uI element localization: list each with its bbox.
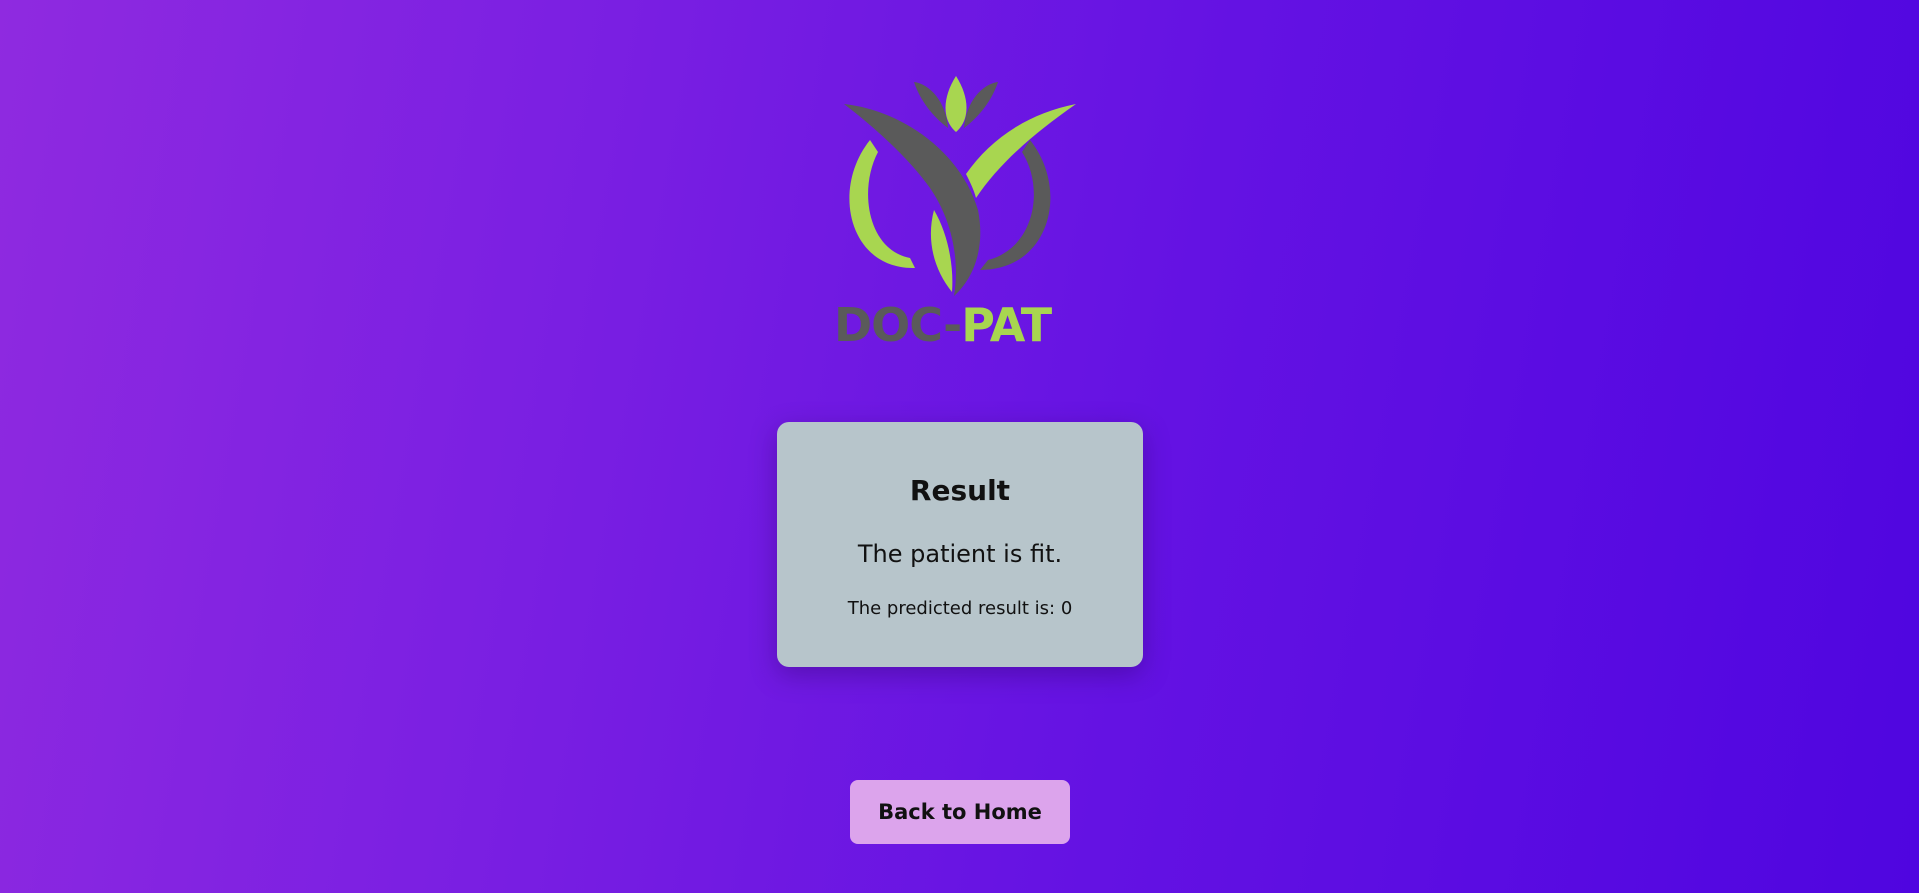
result-message: The patient is fit. <box>857 540 1063 568</box>
doc-pat-logo: DOC-PAT <box>830 70 1090 350</box>
logo-text-pat: PAT <box>961 298 1052 352</box>
back-to-home-button[interactable]: Back to Home <box>850 780 1070 844</box>
logo-text-doc: DOC- <box>834 298 962 352</box>
result-card: Result The patient is fit. The predicted… <box>777 422 1143 667</box>
result-title: Result <box>909 474 1011 507</box>
predicted-result-text: The predicted result is: 0 <box>847 598 1073 619</box>
